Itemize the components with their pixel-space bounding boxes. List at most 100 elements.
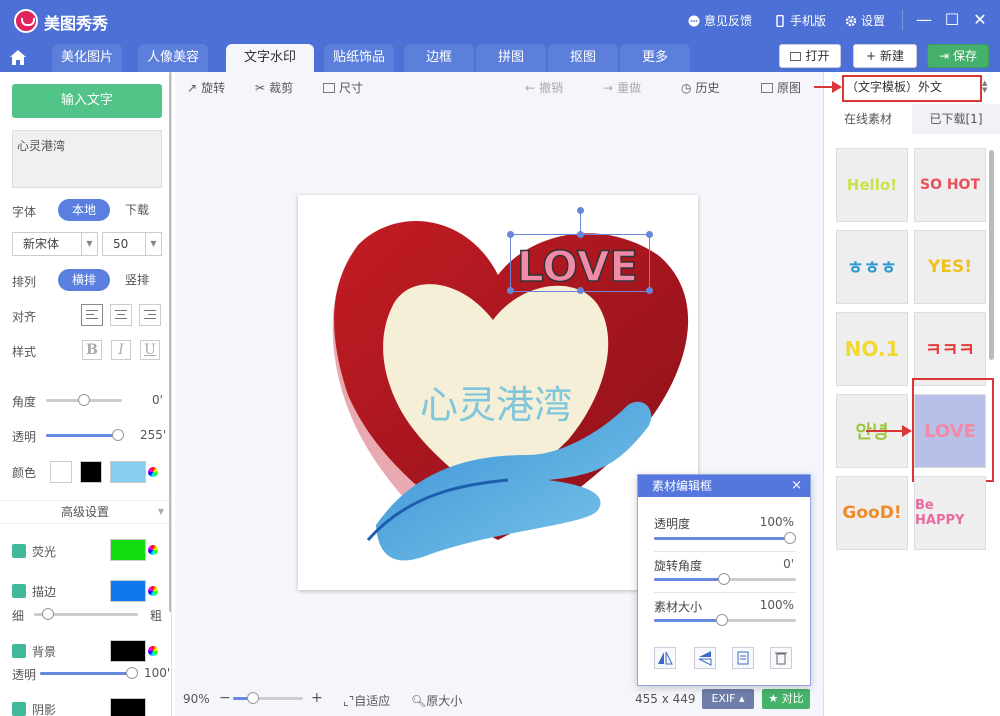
material-thumb[interactable]: GooD! [836, 476, 908, 550]
tab-beautify[interactable]: 美化图片 [52, 44, 122, 72]
background-opacity-handle[interactable] [126, 667, 138, 679]
tab-online-materials[interactable]: 在线素材 [824, 104, 912, 134]
compare-button[interactable]: ★ 对比 [762, 689, 810, 709]
font-download-toggle[interactable]: 下载 [112, 199, 162, 221]
save-button[interactable]: ⇥ 保存 [927, 44, 989, 68]
advanced-settings-toggle[interactable]: 高级设置 ▼ [0, 500, 170, 524]
align-right-icon[interactable] [139, 304, 161, 326]
glow-color-swatch[interactable] [110, 539, 146, 561]
shadow-checkbox[interactable] [12, 702, 26, 716]
watermark-text[interactable]: 心灵港湾 [420, 374, 572, 429]
resize-handle[interactable] [646, 231, 653, 238]
tab-portrait[interactable]: 人像美容 [138, 44, 208, 72]
material-size-handle[interactable] [716, 614, 728, 626]
stroke-width-handle[interactable] [42, 608, 54, 620]
material-thumb[interactable]: Be HAPPY [914, 476, 986, 550]
crop-button[interactable]: ✂ 裁剪 [255, 79, 293, 96]
layout-vertical-toggle[interactable]: 竖排 [112, 269, 162, 291]
tab-downloaded[interactable]: 已下载[1] [912, 104, 1000, 134]
background-checkbox[interactable] [12, 644, 26, 658]
color-picker-icon[interactable] [147, 466, 159, 478]
tab-frames[interactable]: 边框 [404, 44, 474, 72]
background-color-swatch[interactable] [110, 640, 146, 662]
material-thumb[interactable]: NO.1 [836, 312, 908, 386]
close-icon[interactable]: ✕ [970, 10, 990, 30]
settings-button[interactable]: 设置 [845, 12, 885, 29]
mobile-button[interactable]: 手机版 [774, 12, 826, 29]
zoom-slider-handle[interactable] [247, 692, 259, 704]
color-picker-icon[interactable] [147, 645, 159, 657]
opacity-slider-handle[interactable] [112, 429, 124, 441]
color-swatch-black[interactable] [80, 461, 102, 483]
delete-icon[interactable] [770, 647, 792, 669]
tab-collage[interactable]: 拼图 [476, 44, 546, 72]
input-text-button[interactable]: 输入文字 [12, 84, 162, 118]
material-rotation-handle[interactable] [718, 573, 730, 585]
material-thumb[interactable]: ㅎㅎㅎ [836, 230, 908, 304]
home-icon[interactable] [6, 46, 30, 68]
zoom-out-icon[interactable]: − [219, 690, 231, 706]
tab-stickers[interactable]: 贴纸饰品 [324, 44, 394, 72]
close-icon[interactable]: × [791, 475, 802, 497]
color-swatch-current[interactable] [110, 461, 146, 483]
flip-vertical-icon[interactable] [694, 647, 716, 669]
font-size-select[interactable]: 50 ▼ [102, 232, 162, 256]
undo-button[interactable]: ← 撤销 [525, 79, 563, 96]
text-content-input[interactable]: 心灵港湾 [12, 130, 162, 188]
size-button[interactable]: 尺寸 [323, 79, 363, 96]
resize-handle[interactable] [577, 231, 584, 238]
rotate-button[interactable]: ↗ 旋转 [187, 79, 225, 96]
italic-button[interactable]: I [111, 340, 131, 360]
stroke-color-swatch[interactable] [110, 580, 146, 602]
font-local-toggle[interactable]: 本地 [58, 199, 110, 221]
flip-horizontal-icon[interactable] [654, 647, 676, 669]
glow-checkbox[interactable] [12, 544, 26, 558]
original-size-button[interactable]: 🔍︎原大小 [411, 692, 462, 709]
shadow-color-swatch[interactable] [110, 698, 146, 716]
stroke-checkbox[interactable] [12, 584, 26, 598]
compare-icon: ★ [768, 692, 779, 705]
material-panel-scrollbar[interactable] [989, 150, 994, 360]
open-button[interactable]: 打开 [779, 44, 841, 68]
layout-horizontal-toggle[interactable]: 横排 [58, 269, 110, 291]
feedback-button[interactable]: 意见反馈 [688, 12, 752, 29]
underline-button[interactable]: U [140, 340, 160, 360]
color-swatch-white[interactable] [50, 461, 72, 483]
align-center-icon[interactable] [110, 304, 132, 326]
stroke-label: 描边 [32, 585, 57, 599]
rotate-handle[interactable] [577, 207, 584, 214]
angle-slider-handle[interactable] [78, 394, 90, 406]
resize-handle[interactable] [507, 231, 514, 238]
category-spinner-icon[interactable]: ▲ ▼ [982, 80, 987, 94]
layer-icon[interactable] [732, 647, 754, 669]
fit-button[interactable]: ⌞⌝自适应 [343, 692, 390, 709]
maximize-icon[interactable]: ☐ [942, 10, 962, 30]
material-thumb[interactable]: SO HOT [914, 148, 986, 222]
tab-more[interactable]: 更多 [620, 44, 690, 72]
new-button[interactable]: + 新建 [853, 44, 917, 68]
color-picker-icon[interactable] [147, 585, 159, 597]
size-label: 尺寸 [339, 81, 364, 95]
font-family-select[interactable]: 新宋体 ▼ [12, 232, 98, 256]
material-opacity-handle[interactable] [784, 532, 796, 544]
left-panel-scrollbar[interactable] [169, 72, 171, 612]
resize-handle[interactable] [577, 287, 584, 294]
material-thumb[interactable]: Hello! [836, 148, 908, 222]
resize-handle[interactable] [507, 287, 514, 294]
bold-button[interactable]: B [82, 340, 102, 360]
color-picker-icon[interactable] [147, 544, 159, 556]
tab-cutout[interactable]: 抠图 [548, 44, 618, 72]
zoom-in-icon[interactable]: + [311, 690, 323, 706]
sticker-selection-box[interactable]: LOVE [507, 207, 653, 294]
original-button[interactable]: 原图 [761, 79, 801, 96]
exif-button[interactable]: EXIF ▴ [702, 689, 754, 709]
material-thumb[interactable]: YES! [914, 230, 986, 304]
material-thumb[interactable]: ㅋㅋㅋ [914, 312, 986, 386]
minimize-icon[interactable]: — [914, 10, 934, 30]
popup-header[interactable]: 素材编辑框 × [638, 475, 810, 497]
align-left-icon[interactable] [81, 304, 103, 326]
redo-button[interactable]: → 重做 [603, 79, 641, 96]
tab-text-watermark[interactable]: 文字水印 [226, 44, 314, 72]
resize-handle[interactable] [646, 287, 653, 294]
history-button[interactable]: ◷ 历史 [681, 79, 720, 96]
